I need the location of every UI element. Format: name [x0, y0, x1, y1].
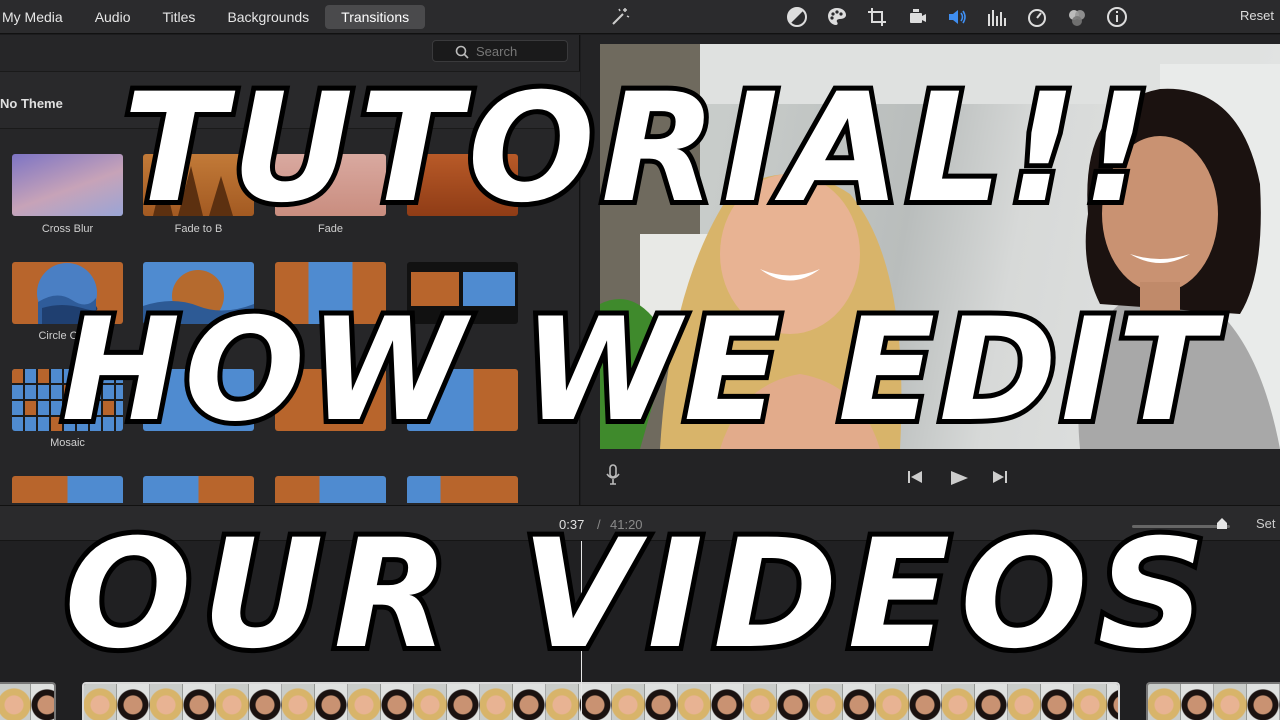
transition-thumb[interactable]: [143, 369, 254, 431]
transition-thumb[interactable]: [143, 476, 254, 503]
microphone-icon[interactable]: [606, 464, 620, 486]
skip-back-icon[interactable]: [907, 470, 923, 484]
filmstrip-frame: [315, 684, 348, 720]
timeline-header: 0:37 / 41:20 Set: [0, 505, 1280, 541]
zoom-slider-knob[interactable]: [1216, 518, 1228, 530]
filmstrip-frame: [1181, 684, 1214, 720]
transition-thumb-fade[interactable]: [275, 154, 386, 216]
play-icon[interactable]: [949, 470, 969, 486]
filmstrip-frame: [381, 684, 414, 720]
filmstrip-frame: [678, 684, 711, 720]
skip-forward-icon[interactable]: [992, 470, 1008, 484]
filmstrip-frame: [711, 684, 744, 720]
transition-label: Fade: [317, 223, 344, 235]
filmstrip-frame: [909, 684, 942, 720]
video-preview[interactable]: [600, 44, 1280, 449]
filmstrip-frame: [414, 684, 447, 720]
color-palette-icon[interactable]: [826, 6, 848, 28]
filmstrip-frame: [348, 684, 381, 720]
filmstrip-frame: [249, 684, 282, 720]
transition-thumb[interactable]: [407, 369, 518, 431]
transition-label: Cross Blur: [41, 223, 94, 235]
stabilization-icon[interactable]: [906, 6, 928, 28]
transition-thumb[interactable]: [407, 262, 518, 324]
adjustment-toolbar: [600, 4, 1140, 30]
theme-label: No Theme: [0, 96, 63, 111]
search-input[interactable]: Search: [432, 40, 568, 62]
transition-thumb[interactable]: [407, 476, 518, 503]
crop-icon[interactable]: [866, 6, 888, 28]
info-icon[interactable]: [1106, 6, 1128, 28]
transition-label: Circle Open: [38, 330, 97, 342]
transition-thumb-fade-to-black[interactable]: [143, 154, 254, 216]
filmstrip-frame: [546, 684, 579, 720]
filmstrip-frame: [1074, 684, 1107, 720]
filmstrip-frame: [876, 684, 909, 720]
transition-thumb[interactable]: [275, 262, 386, 324]
filmstrip-frame: [216, 684, 249, 720]
tab-audio[interactable]: Audio: [79, 5, 147, 29]
filmstrip-frame: [1041, 684, 1074, 720]
filter-icon[interactable]: [1066, 6, 1088, 28]
current-time: 0:37: [559, 517, 585, 532]
search-icon: [455, 45, 469, 59]
speed-icon[interactable]: [1026, 6, 1048, 28]
filmstrip-frame: [645, 684, 678, 720]
filmstrip-frame: [31, 684, 54, 720]
filmstrip-frame: [0, 684, 31, 720]
transition-label: Mosaic: [50, 437, 85, 449]
time-separator: /: [597, 517, 601, 532]
transition-thumb[interactable]: [275, 369, 386, 431]
filmstrip-frame: [1008, 684, 1041, 720]
playhead[interactable]: [581, 541, 582, 720]
filmstrip-frame: [579, 684, 612, 720]
filmstrip-frame: [150, 684, 183, 720]
transition-thumb-cross-blur[interactable]: [12, 154, 123, 216]
filmstrip-frame: [612, 684, 645, 720]
filmstrip-frame: [843, 684, 876, 720]
filmstrip-frame: [117, 684, 150, 720]
timeline-clip[interactable]: [1146, 682, 1280, 720]
reset-button[interactable]: Reset: [1240, 8, 1274, 23]
tab-my-media[interactable]: My Media: [0, 5, 79, 29]
tab-backgrounds[interactable]: Backgrounds: [211, 5, 325, 29]
magic-wand-icon[interactable]: [608, 6, 630, 28]
transition-thumb[interactable]: [407, 154, 518, 216]
tab-transitions[interactable]: Transitions: [325, 5, 426, 29]
filmstrip-frame: [975, 684, 1008, 720]
equalizer-icon[interactable]: [986, 6, 1008, 28]
transition-thumb-mosaic[interactable]: [12, 369, 123, 431]
filmstrip-frame: [744, 684, 777, 720]
color-balance-icon[interactable]: [786, 6, 808, 28]
filmstrip-frame: [777, 684, 810, 720]
filmstrip-frame: [1148, 684, 1181, 720]
filmstrip-frame: [1107, 684, 1118, 720]
filmstrip-frame: [513, 684, 546, 720]
filmstrip-frame: [942, 684, 975, 720]
filmstrip-frame: [1214, 684, 1247, 720]
transition-thumb[interactable]: [143, 262, 254, 324]
filmstrip-frame: [447, 684, 480, 720]
search-placeholder: Search: [476, 44, 518, 59]
theme-bar: No Theme: [0, 71, 580, 129]
top-toolbar: My Media Audio Titles Backgrounds Transi…: [0, 0, 1280, 34]
transition-thumb[interactable]: [275, 476, 386, 503]
tab-titles[interactable]: Titles: [147, 5, 212, 29]
filmstrip-frame: [183, 684, 216, 720]
total-time: 41:20: [610, 517, 643, 532]
timeline-clip[interactable]: [0, 682, 56, 720]
transition-thumb[interactable]: [12, 476, 123, 503]
settings-button[interactable]: Set: [1256, 516, 1276, 531]
timeline-clip-selected[interactable]: [82, 682, 1120, 720]
transition-label: Fade to B: [174, 223, 223, 235]
filmstrip-frame: [480, 684, 513, 720]
filmstrip-frame: [84, 684, 117, 720]
volume-icon[interactable]: [946, 6, 968, 28]
filmstrip-frame: [1247, 684, 1280, 720]
viewer-controls: [600, 456, 1280, 500]
filmstrip-frame: [810, 684, 843, 720]
media-tabs: My Media Audio Titles Backgrounds Transi…: [0, 5, 426, 29]
filmstrip-frame: [282, 684, 315, 720]
transition-thumb-circle-open[interactable]: [12, 262, 123, 324]
